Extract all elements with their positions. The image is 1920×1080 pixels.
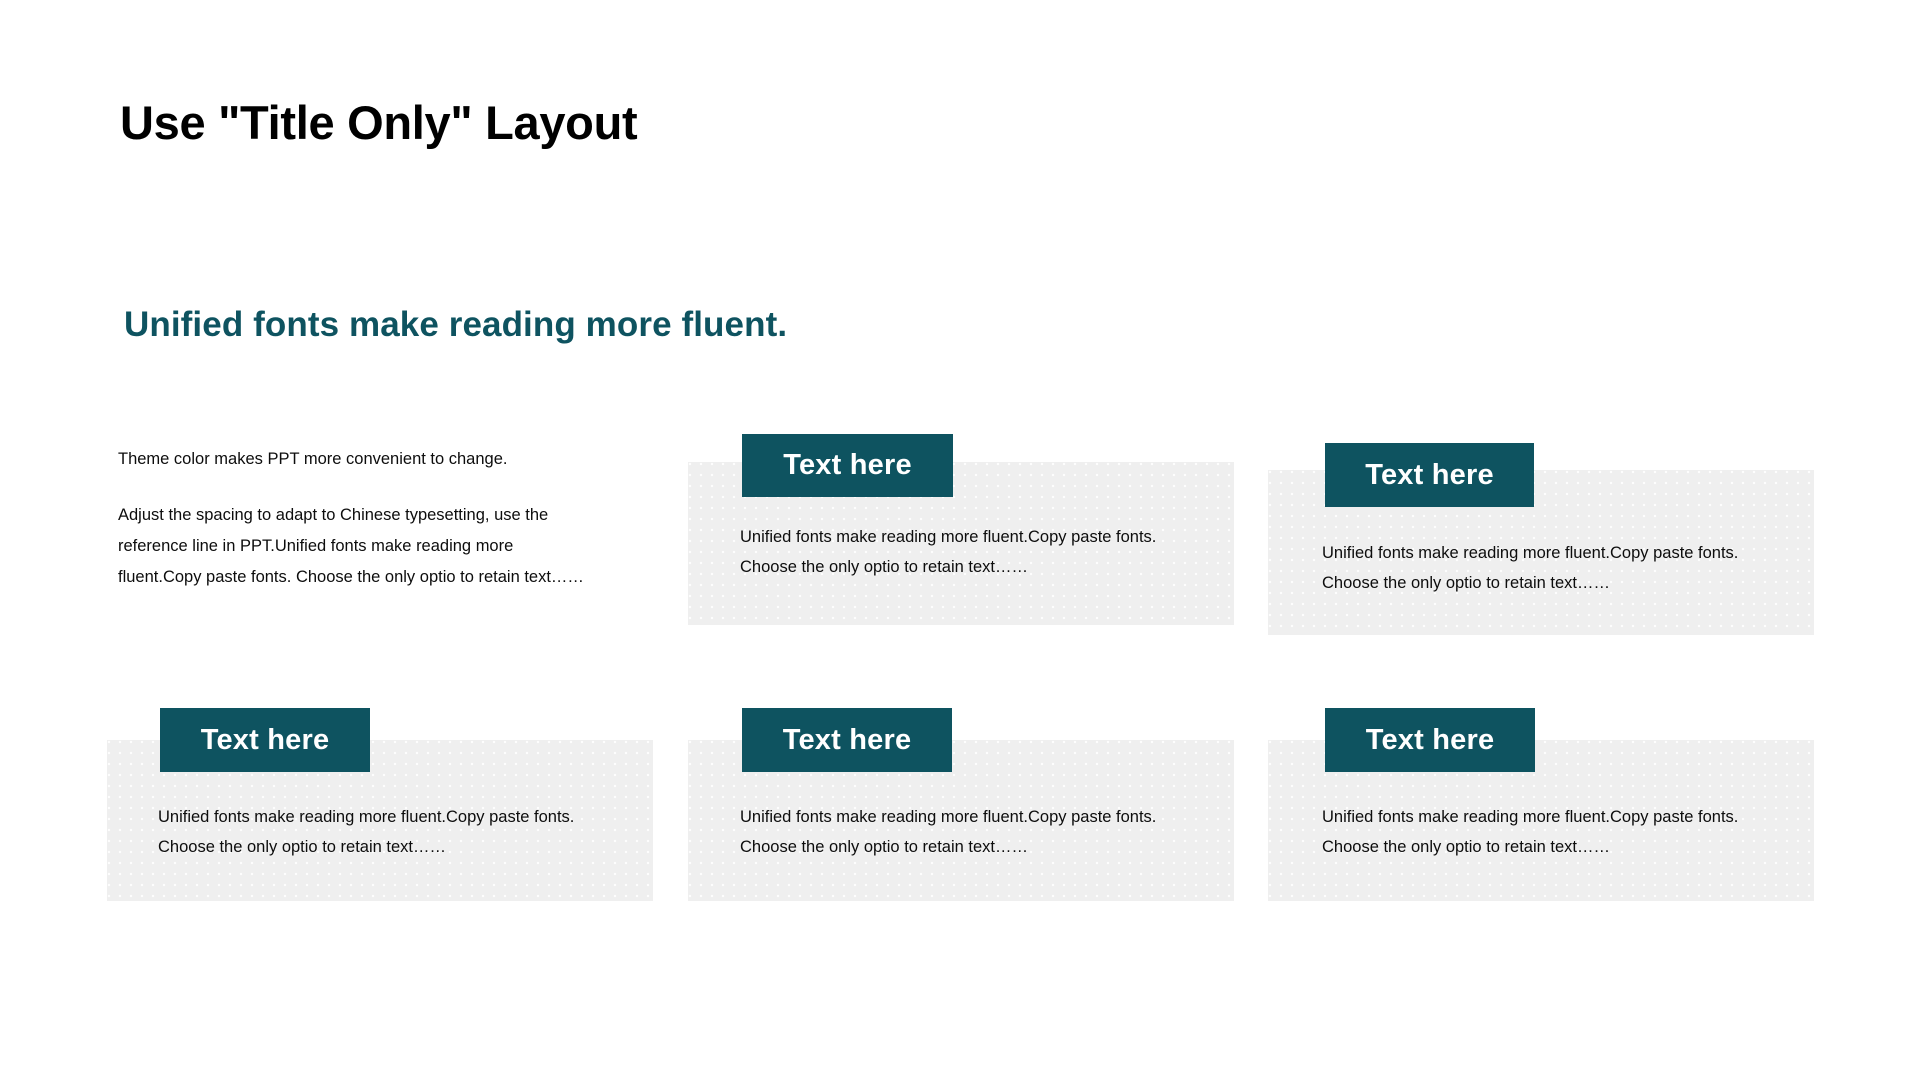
card-body-line: Choose the only optio to retain text…… (740, 558, 1028, 577)
section-subtitle: Unified fonts make reading more fluent. (124, 305, 788, 344)
card-body-line: Unified fonts make reading more fluent.C… (1322, 808, 1739, 826)
intro-body-paragraph: Adjust the spacing to adapt to Chinese t… (118, 506, 584, 586)
card-body-line: Choose the only optio to retain text…… (1322, 838, 1610, 857)
card-body-line: Unified fonts make reading more fluent.C… (740, 808, 1157, 826)
card-body-line: Choose the only optio to retain text…… (740, 838, 1028, 857)
card-body-line: Choose the only optio to retain text…… (158, 838, 446, 857)
intro-lead-paragraph: Theme color makes PPT more convenient to… (118, 450, 508, 468)
intro-text-block: Theme color makes PPT more convenient to… (118, 448, 588, 592)
card-badge-heading[interactable]: Text here (1325, 443, 1534, 507)
card-body-line: Unified fonts make reading more fluent.C… (158, 808, 575, 826)
card-body-text: Unified fonts make reading more fluent.C… (1322, 538, 1802, 598)
card-badge-heading[interactable]: Text here (160, 708, 370, 772)
card-badge-heading[interactable]: Text here (742, 434, 953, 497)
card-body-text: Unified fonts make reading more fluent.C… (1322, 802, 1802, 862)
card-body-text: Unified fonts make reading more fluent.C… (740, 522, 1210, 582)
card-body-text: Unified fonts make reading more fluent.C… (740, 802, 1220, 862)
card-badge-heading[interactable]: Text here (1325, 708, 1535, 772)
slide-canvas: Use "Title Only" Layout Unified fonts ma… (0, 0, 1920, 1080)
card-body-text: Unified fonts make reading more fluent.C… (158, 802, 638, 862)
card-body-line: Unified fonts make reading more fluent.C… (740, 528, 1157, 546)
card-badge-heading[interactable]: Text here (742, 708, 952, 772)
card-body-line: Choose the only optio to retain text…… (1322, 574, 1610, 593)
card-body-line: Unified fonts make reading more fluent.C… (1322, 544, 1739, 562)
page-title: Use "Title Only" Layout (120, 96, 638, 149)
